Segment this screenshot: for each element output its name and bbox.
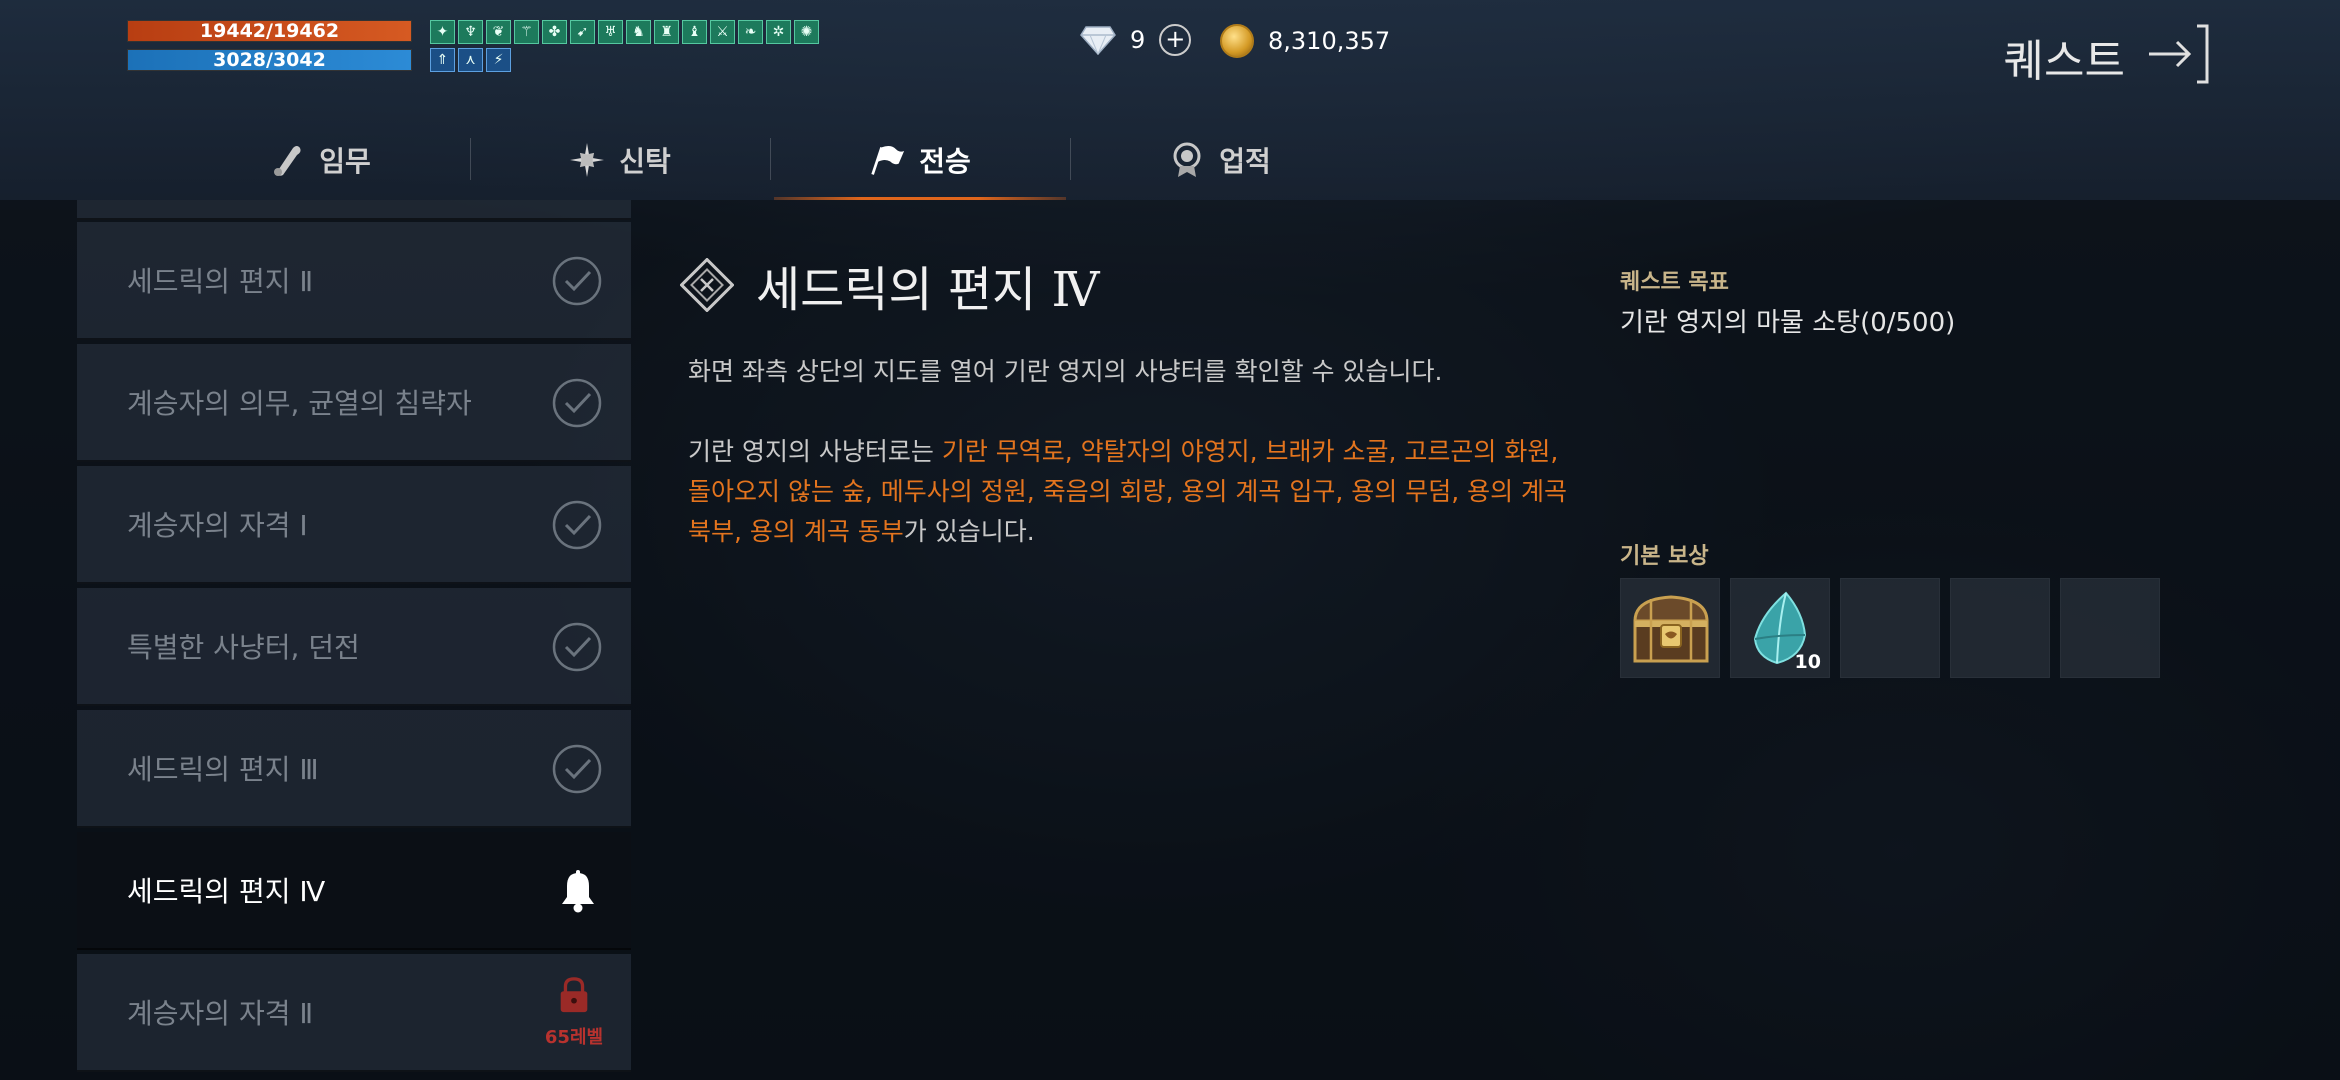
quest-item-label: 계승자의 자격 Ⅱ xyxy=(127,997,314,1030)
gold-amount: 8,310,357 xyxy=(1268,27,1391,55)
star-burst-icon xyxy=(570,143,605,177)
description-paragraph: 기란 영지의 사냥터로는 기란 무역로, 약탈자의 야영지, 브래카 소굴, 고… xyxy=(688,432,1568,552)
buff-icon[interactable]: ✺ xyxy=(794,20,819,44)
quest-item-label: 세드릭의 편지 Ⅲ xyxy=(127,753,319,786)
buff-icon[interactable]: ⇑ xyxy=(430,48,455,72)
quest-emblem-icon xyxy=(680,258,734,312)
quest-item-label: 계승자의 의무, 균열의 침략자 xyxy=(127,387,472,420)
completed-check-icon xyxy=(552,744,602,794)
quest-detail-title: 세드릭의 편지 Ⅳ xyxy=(756,262,1100,318)
diamond-icon xyxy=(1080,26,1116,55)
buff-icon[interactable]: ♜ xyxy=(654,20,679,44)
buff-icon[interactable]: ♝ xyxy=(682,20,707,44)
quest-item-locked[interactable]: 계승자의 자격 Ⅱ 65레벨 xyxy=(77,954,631,1072)
mp-bar: 3028/3042 xyxy=(127,49,412,71)
reward-slot-empty xyxy=(1950,578,2050,678)
list-item-partial xyxy=(77,200,631,220)
quest-goal-label: 퀘스트 목표 xyxy=(1620,270,1729,295)
description-paragraph: 화면 좌측 상단의 지도를 열어 기란 영지의 사냥터를 확인할 수 있습니다. xyxy=(688,357,1443,386)
reward-slots: 10 xyxy=(1620,578,2160,678)
quest-item[interactable]: 계승자의 의무, 균열의 침략자 xyxy=(77,344,631,462)
quest-description: 화면 좌측 상단의 지도를 열어 기란 영지의 사냥터를 확인할 수 있습니다.… xyxy=(688,352,1568,552)
buff-icon[interactable]: ✦ xyxy=(430,20,455,44)
quest-detail-header: 세드릭의 편지 Ⅳ xyxy=(680,250,1099,320)
buff-row-2[interactable]: ⇑ ⋏ ⚡ xyxy=(430,48,511,72)
tab-label: 업적 xyxy=(1219,145,1271,178)
bell-icon xyxy=(562,870,594,913)
buff-icon[interactable]: ❧ xyxy=(738,20,763,44)
buff-icon[interactable]: ⚚ xyxy=(514,20,539,44)
tab-label: 임무 xyxy=(319,145,371,178)
scroll-icon xyxy=(274,146,301,176)
gem-currency: 9 + xyxy=(1080,24,1192,56)
lock-level-label: 65레벨 xyxy=(544,1027,604,1048)
medal-icon xyxy=(1173,142,1201,177)
quest-item-label: 계승자의 자격 Ⅰ xyxy=(127,509,308,542)
buff-icon[interactable]: ⚡ xyxy=(486,48,511,72)
hp-bar: 19442/19462 xyxy=(127,20,412,42)
description-text: 가 있습니다. xyxy=(903,517,1035,546)
reward-count: 10 xyxy=(1794,651,1821,673)
reward-slot-empty xyxy=(1840,578,1940,678)
quest-goal-text: 기란 영지의 마물 소탕(0/500) xyxy=(1620,308,1956,338)
gem-count: 9 xyxy=(1130,26,1146,54)
completed-check-icon xyxy=(552,500,602,550)
quest-item-label: 특별한 사냥터, 던전 xyxy=(127,631,360,664)
tab-label: 신탁 xyxy=(619,145,671,178)
gold-currency: 8,310,357 xyxy=(1220,24,1390,58)
quest-item[interactable]: 특별한 사냥터, 던전 xyxy=(77,588,631,706)
add-gems-button[interactable]: + xyxy=(1159,24,1192,56)
buff-row-1[interactable]: ✦ ♆ ❦ ⚚ ✤ ➹ ♅ ♞ ♜ ♝ ⚔ ❧ ✲ ✺ xyxy=(430,20,819,44)
tab-bar: 임무 신탁 전승 업적 xyxy=(170,120,1370,200)
quest-item-label: 세드릭의 편지 Ⅳ xyxy=(127,875,326,908)
quest-item-selected[interactable]: 세드릭의 편지 Ⅳ xyxy=(77,832,631,950)
tab-label: 전승 xyxy=(919,145,971,178)
tab-legacy[interactable]: 전승 xyxy=(770,120,1070,200)
buff-icon[interactable]: ❦ xyxy=(486,20,511,44)
page-title: 퀘스트 xyxy=(2003,36,2125,87)
exit-icon[interactable] xyxy=(2145,22,2215,86)
buff-icon[interactable]: ⚔ xyxy=(710,20,735,44)
completed-check-icon xyxy=(552,256,602,306)
tab-missions[interactable]: 임무 xyxy=(170,120,470,200)
reward-slot[interactable]: 10 xyxy=(1730,578,1830,678)
quest-item[interactable]: 세드릭의 편지 Ⅲ xyxy=(77,710,631,828)
tab-achievements[interactable]: 업적 xyxy=(1070,120,1370,200)
description-text: 기란 영지의 사냥터로는 xyxy=(688,437,942,466)
buff-icon[interactable]: ⋏ xyxy=(458,48,483,72)
buff-icon[interactable]: ♞ xyxy=(626,20,651,44)
completed-check-icon xyxy=(552,622,602,672)
buff-icon[interactable]: ✲ xyxy=(766,20,791,44)
treasure-chest-icon xyxy=(1633,595,1709,663)
reward-slot-empty xyxy=(2060,578,2160,678)
quest-item-label: 세드릭의 편지 Ⅱ xyxy=(127,265,314,298)
level-lock: 65레벨 xyxy=(539,976,609,1056)
flag-icon xyxy=(871,145,905,175)
buff-icon[interactable]: ✤ xyxy=(542,20,567,44)
gold-coin-icon xyxy=(1220,24,1254,58)
quest-item[interactable]: 세드릭의 편지 Ⅱ xyxy=(77,222,631,340)
reward-label: 기본 보상 xyxy=(1620,544,1709,569)
tab-oracle[interactable]: 신탁 xyxy=(470,120,770,200)
lock-icon xyxy=(560,977,588,1013)
quest-list: 세드릭의 편지 Ⅱ 계승자의 의무, 균열의 침략자 계승자의 자격 Ⅰ 특별한… xyxy=(77,200,631,1080)
completed-check-icon xyxy=(552,378,602,428)
buff-icon[interactable]: ♆ xyxy=(458,20,483,44)
quest-item[interactable]: 계승자의 자격 Ⅰ xyxy=(77,466,631,584)
reward-slot[interactable] xyxy=(1620,578,1720,678)
buff-icon[interactable]: ♅ xyxy=(598,20,623,44)
buff-icon[interactable]: ➹ xyxy=(570,20,595,44)
